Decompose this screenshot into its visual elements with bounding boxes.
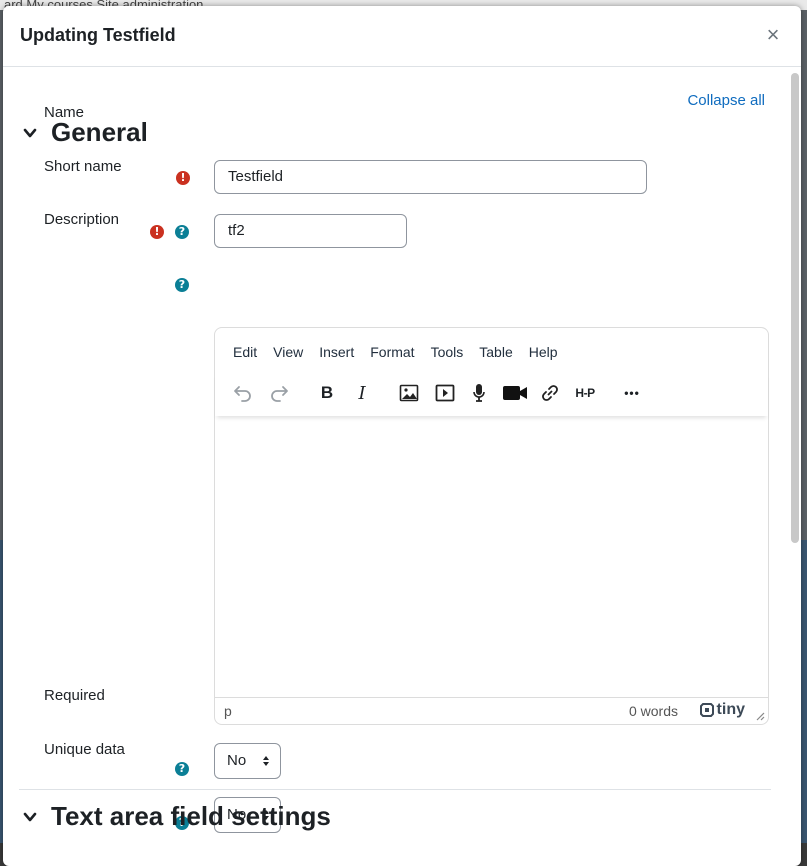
word-count[interactable]: 0 words — [629, 703, 678, 719]
required-icon: ! — [176, 171, 190, 185]
section-divider — [19, 789, 771, 790]
menu-format[interactable]: Format — [362, 344, 422, 360]
tiny-logo[interactable]: tiny — [699, 701, 745, 719]
menu-table[interactable]: Table — [471, 344, 520, 360]
undo-button[interactable] — [232, 382, 254, 404]
link-icon — [542, 385, 558, 401]
bold-button[interactable]: B — [316, 382, 338, 404]
h5p-icon: H-P — [575, 386, 595, 400]
unique-data-label: Unique data — [44, 741, 125, 758]
section-general-header[interactable]: General — [23, 117, 148, 148]
modal-dialog: Updating Testfield × Collapse all Genera… — [3, 6, 801, 866]
short-name-field[interactable]: tf2 — [214, 214, 407, 248]
menu-view[interactable]: View — [265, 344, 311, 360]
help-icon[interactable]: ? — [175, 278, 189, 292]
chevron-down-icon[interactable] — [23, 810, 37, 824]
select-arrows-icon — [263, 756, 269, 766]
modal-body: Collapse all General Name ! Testfield Sh… — [3, 67, 801, 857]
name-label: Name — [44, 104, 85, 121]
image-button[interactable] — [398, 382, 420, 404]
media-button[interactable] — [434, 382, 456, 404]
link-button[interactable] — [539, 382, 561, 404]
microphone-icon — [473, 384, 485, 402]
menu-insert[interactable]: Insert — [311, 344, 362, 360]
required-select[interactable]: No — [214, 743, 281, 779]
help-icon[interactable]: ? — [175, 225, 189, 239]
modal-header: Updating Testfield × — [3, 6, 801, 67]
menu-edit[interactable]: Edit — [225, 344, 265, 360]
description-label: Description — [44, 211, 120, 228]
menu-help[interactable]: Help — [521, 344, 566, 360]
image-icon — [399, 384, 419, 402]
audio-button[interactable] — [468, 382, 490, 404]
video-camera-icon — [503, 386, 527, 400]
bold-icon: B — [320, 383, 334, 402]
tiny-logo-icon — [699, 703, 714, 717]
redo-icon — [271, 386, 288, 402]
video-button[interactable] — [501, 382, 529, 404]
italic-button[interactable]: I — [351, 382, 373, 404]
section-textarea-title: Text area field settings — [51, 801, 331, 831]
resize-handle-icon[interactable] — [756, 712, 765, 721]
name-field[interactable]: Testfield — [214, 160, 647, 194]
redo-button[interactable] — [268, 382, 290, 404]
editor-menubar: Edit View Insert Format Tools Table Help — [225, 344, 566, 360]
tiny-logo-text: tiny — [716, 701, 745, 718]
undo-icon — [234, 386, 251, 402]
rich-text-editor: Edit View Insert Format Tools Table Help… — [214, 327, 769, 725]
h5p-button[interactable]: H-P — [571, 382, 599, 404]
section-general-title: General — [51, 117, 148, 147]
help-icon[interactable]: ? — [175, 762, 189, 776]
editor-statusbar: p 0 words tiny — [215, 697, 768, 724]
short-name-label: Short name — [44, 158, 122, 175]
close-button[interactable]: × — [763, 24, 783, 46]
required-label: Required — [44, 687, 105, 704]
more-button[interactable]: ••• — [621, 382, 643, 404]
more-icon: ••• — [624, 386, 640, 400]
media-icon — [435, 384, 455, 402]
editor-toolbar: B I H-P ••• — [215, 372, 768, 416]
menu-tools[interactable]: Tools — [423, 344, 472, 360]
italic-icon: I — [358, 382, 366, 404]
element-path[interactable]: p — [224, 703, 232, 719]
collapse-all-link[interactable]: Collapse all — [687, 92, 765, 109]
required-select-value: No — [227, 752, 247, 769]
section-textarea-header[interactable]: Text area field settings — [23, 801, 331, 832]
required-icon: ! — [150, 225, 164, 239]
scrollbar[interactable] — [791, 73, 799, 543]
modal-title: Updating Testfield — [20, 25, 176, 45]
chevron-down-icon[interactable] — [23, 126, 37, 140]
